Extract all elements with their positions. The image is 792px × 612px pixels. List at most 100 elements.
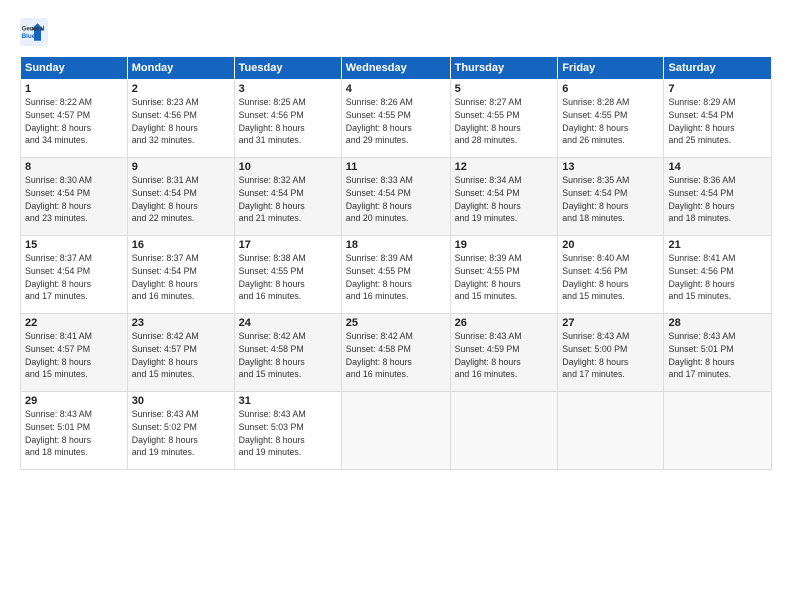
calendar-cell: 19Sunrise: 8:39 AM Sunset: 4:55 PM Dayli… — [450, 236, 558, 314]
day-number: 15 — [25, 239, 123, 251]
day-number: 3 — [239, 83, 337, 95]
calendar-cell: 16Sunrise: 8:37 AM Sunset: 4:54 PM Dayli… — [127, 236, 234, 314]
day-number: 10 — [239, 161, 337, 173]
weekday-header-monday: Monday — [127, 57, 234, 80]
day-number: 16 — [132, 239, 230, 251]
day-number: 7 — [668, 83, 767, 95]
day-info: Sunrise: 8:42 AM Sunset: 4:57 PM Dayligh… — [132, 330, 230, 381]
calendar-page: General Blue SundayMondayTuesdayWednesda… — [0, 0, 792, 612]
calendar-cell: 26Sunrise: 8:43 AM Sunset: 4:59 PM Dayli… — [450, 314, 558, 392]
day-number: 27 — [562, 317, 659, 329]
day-info: Sunrise: 8:22 AM Sunset: 4:57 PM Dayligh… — [25, 96, 123, 147]
calendar-cell: 20Sunrise: 8:40 AM Sunset: 4:56 PM Dayli… — [558, 236, 664, 314]
header: General Blue — [20, 18, 772, 46]
day-info: Sunrise: 8:27 AM Sunset: 4:55 PM Dayligh… — [455, 96, 554, 147]
calendar-cell: 3Sunrise: 8:25 AM Sunset: 4:56 PM Daylig… — [234, 80, 341, 158]
calendar-cell: 12Sunrise: 8:34 AM Sunset: 4:54 PM Dayli… — [450, 158, 558, 236]
calendar-week-row: 8Sunrise: 8:30 AM Sunset: 4:54 PM Daylig… — [21, 158, 772, 236]
calendar-cell: 9Sunrise: 8:31 AM Sunset: 4:54 PM Daylig… — [127, 158, 234, 236]
calendar-cell: 22Sunrise: 8:41 AM Sunset: 4:57 PM Dayli… — [21, 314, 128, 392]
calendar-cell: 15Sunrise: 8:37 AM Sunset: 4:54 PM Dayli… — [21, 236, 128, 314]
calendar-cell: 8Sunrise: 8:30 AM Sunset: 4:54 PM Daylig… — [21, 158, 128, 236]
day-number: 23 — [132, 317, 230, 329]
calendar-cell: 13Sunrise: 8:35 AM Sunset: 4:54 PM Dayli… — [558, 158, 664, 236]
calendar-week-row: 22Sunrise: 8:41 AM Sunset: 4:57 PM Dayli… — [21, 314, 772, 392]
calendar-cell: 25Sunrise: 8:42 AM Sunset: 4:58 PM Dayli… — [341, 314, 450, 392]
calendar-cell: 23Sunrise: 8:42 AM Sunset: 4:57 PM Dayli… — [127, 314, 234, 392]
day-number: 30 — [132, 395, 230, 407]
weekday-header-friday: Friday — [558, 57, 664, 80]
day-number: 13 — [562, 161, 659, 173]
calendar-cell: 17Sunrise: 8:38 AM Sunset: 4:55 PM Dayli… — [234, 236, 341, 314]
calendar-week-row: 29Sunrise: 8:43 AM Sunset: 5:01 PM Dayli… — [21, 392, 772, 470]
day-info: Sunrise: 8:43 AM Sunset: 5:03 PM Dayligh… — [239, 408, 337, 459]
day-info: Sunrise: 8:43 AM Sunset: 4:59 PM Dayligh… — [455, 330, 554, 381]
day-info: Sunrise: 8:23 AM Sunset: 4:56 PM Dayligh… — [132, 96, 230, 147]
day-info: Sunrise: 8:34 AM Sunset: 4:54 PM Dayligh… — [455, 174, 554, 225]
calendar-cell: 18Sunrise: 8:39 AM Sunset: 4:55 PM Dayli… — [341, 236, 450, 314]
logo-icon: General Blue — [20, 18, 48, 46]
day-info: Sunrise: 8:42 AM Sunset: 4:58 PM Dayligh… — [346, 330, 446, 381]
calendar-week-row: 15Sunrise: 8:37 AM Sunset: 4:54 PM Dayli… — [21, 236, 772, 314]
day-info: Sunrise: 8:42 AM Sunset: 4:58 PM Dayligh… — [239, 330, 337, 381]
day-info: Sunrise: 8:39 AM Sunset: 4:55 PM Dayligh… — [455, 252, 554, 303]
calendar-cell: 1Sunrise: 8:22 AM Sunset: 4:57 PM Daylig… — [21, 80, 128, 158]
day-info: Sunrise: 8:40 AM Sunset: 4:56 PM Dayligh… — [562, 252, 659, 303]
day-info: Sunrise: 8:36 AM Sunset: 4:54 PM Dayligh… — [668, 174, 767, 225]
calendar-cell — [664, 392, 772, 470]
day-number: 6 — [562, 83, 659, 95]
calendar-cell: 21Sunrise: 8:41 AM Sunset: 4:56 PM Dayli… — [664, 236, 772, 314]
weekday-header-tuesday: Tuesday — [234, 57, 341, 80]
day-info: Sunrise: 8:43 AM Sunset: 5:00 PM Dayligh… — [562, 330, 659, 381]
day-info: Sunrise: 8:31 AM Sunset: 4:54 PM Dayligh… — [132, 174, 230, 225]
day-number: 31 — [239, 395, 337, 407]
day-number: 1 — [25, 83, 123, 95]
day-number: 18 — [346, 239, 446, 251]
day-number: 5 — [455, 83, 554, 95]
weekday-header-sunday: Sunday — [21, 57, 128, 80]
calendar-cell: 2Sunrise: 8:23 AM Sunset: 4:56 PM Daylig… — [127, 80, 234, 158]
day-info: Sunrise: 8:41 AM Sunset: 4:57 PM Dayligh… — [25, 330, 123, 381]
day-info: Sunrise: 8:28 AM Sunset: 4:55 PM Dayligh… — [562, 96, 659, 147]
calendar-cell: 29Sunrise: 8:43 AM Sunset: 5:01 PM Dayli… — [21, 392, 128, 470]
day-info: Sunrise: 8:43 AM Sunset: 5:01 PM Dayligh… — [668, 330, 767, 381]
day-number: 29 — [25, 395, 123, 407]
day-info: Sunrise: 8:33 AM Sunset: 4:54 PM Dayligh… — [346, 174, 446, 225]
day-info: Sunrise: 8:38 AM Sunset: 4:55 PM Dayligh… — [239, 252, 337, 303]
calendar-cell — [558, 392, 664, 470]
day-info: Sunrise: 8:29 AM Sunset: 4:54 PM Dayligh… — [668, 96, 767, 147]
day-info: Sunrise: 8:35 AM Sunset: 4:54 PM Dayligh… — [562, 174, 659, 225]
day-info: Sunrise: 8:39 AM Sunset: 4:55 PM Dayligh… — [346, 252, 446, 303]
day-info: Sunrise: 8:37 AM Sunset: 4:54 PM Dayligh… — [25, 252, 123, 303]
logo: General Blue — [20, 18, 48, 46]
day-number: 17 — [239, 239, 337, 251]
day-info: Sunrise: 8:43 AM Sunset: 5:01 PM Dayligh… — [25, 408, 123, 459]
calendar-cell: 30Sunrise: 8:43 AM Sunset: 5:02 PM Dayli… — [127, 392, 234, 470]
day-number: 14 — [668, 161, 767, 173]
calendar-cell: 4Sunrise: 8:26 AM Sunset: 4:55 PM Daylig… — [341, 80, 450, 158]
day-number: 20 — [562, 239, 659, 251]
day-number: 12 — [455, 161, 554, 173]
day-info: Sunrise: 8:30 AM Sunset: 4:54 PM Dayligh… — [25, 174, 123, 225]
day-number: 4 — [346, 83, 446, 95]
svg-text:Blue: Blue — [22, 33, 36, 40]
day-number: 8 — [25, 161, 123, 173]
weekday-header-saturday: Saturday — [664, 57, 772, 80]
day-info: Sunrise: 8:26 AM Sunset: 4:55 PM Dayligh… — [346, 96, 446, 147]
calendar-table: SundayMondayTuesdayWednesdayThursdayFrid… — [20, 56, 772, 470]
day-number: 26 — [455, 317, 554, 329]
calendar-cell: 24Sunrise: 8:42 AM Sunset: 4:58 PM Dayli… — [234, 314, 341, 392]
calendar-cell: 10Sunrise: 8:32 AM Sunset: 4:54 PM Dayli… — [234, 158, 341, 236]
day-info: Sunrise: 8:32 AM Sunset: 4:54 PM Dayligh… — [239, 174, 337, 225]
day-number: 28 — [668, 317, 767, 329]
calendar-cell: 28Sunrise: 8:43 AM Sunset: 5:01 PM Dayli… — [664, 314, 772, 392]
day-info: Sunrise: 8:41 AM Sunset: 4:56 PM Dayligh… — [668, 252, 767, 303]
calendar-cell: 27Sunrise: 8:43 AM Sunset: 5:00 PM Dayli… — [558, 314, 664, 392]
day-info: Sunrise: 8:37 AM Sunset: 4:54 PM Dayligh… — [132, 252, 230, 303]
calendar-cell: 31Sunrise: 8:43 AM Sunset: 5:03 PM Dayli… — [234, 392, 341, 470]
calendar-cell: 7Sunrise: 8:29 AM Sunset: 4:54 PM Daylig… — [664, 80, 772, 158]
calendar-cell: 14Sunrise: 8:36 AM Sunset: 4:54 PM Dayli… — [664, 158, 772, 236]
day-info: Sunrise: 8:25 AM Sunset: 4:56 PM Dayligh… — [239, 96, 337, 147]
calendar-cell: 5Sunrise: 8:27 AM Sunset: 4:55 PM Daylig… — [450, 80, 558, 158]
weekday-header-thursday: Thursday — [450, 57, 558, 80]
